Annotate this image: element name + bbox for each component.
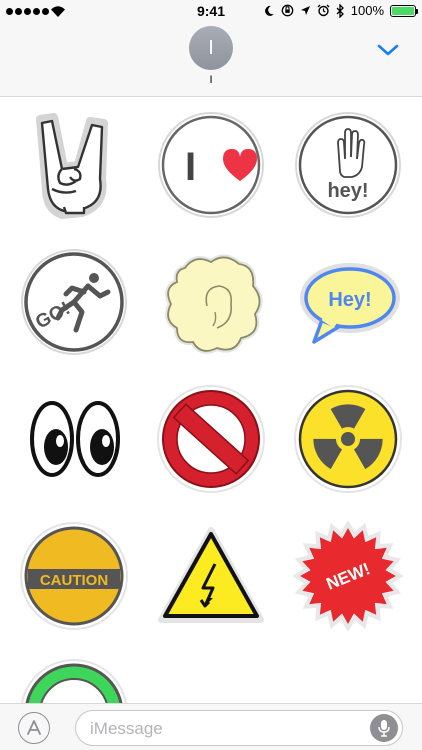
avatar[interactable]: I: [189, 26, 233, 70]
sticker-i-love[interactable]: I: [155, 109, 267, 221]
sticker-hey-bubble-text: Hey!: [328, 289, 371, 311]
rotation-lock-icon: [281, 4, 294, 17]
sticker-hey-speech-bubble[interactable]: Hey!: [292, 246, 404, 358]
sticker-green-ring[interactable]: [18, 657, 130, 703]
sticker-rock-on-hand[interactable]: [18, 109, 130, 221]
battery-icon: [390, 4, 418, 17]
sticker-popcorn[interactable]: [155, 246, 267, 358]
alarm-icon: [317, 4, 330, 17]
contact-name[interactable]: I: [0, 74, 422, 86]
battery-percent: 100%: [350, 3, 384, 18]
imessage-field[interactable]: [75, 710, 403, 746]
sticker-hey-text: hey!: [327, 180, 368, 202]
imessage-input[interactable]: [90, 718, 360, 740]
microphone-button[interactable]: [370, 714, 398, 742]
sticker-grid: I hey! GO! Hey! CAUTION NEW!: [0, 97, 422, 703]
location-icon: [300, 6, 310, 15]
microphone-icon: [378, 720, 390, 737]
chevron-down-icon[interactable]: [376, 42, 400, 58]
sticker-cartoon-eyes[interactable]: [18, 383, 130, 495]
sticker-go-runner[interactable]: GO!: [18, 246, 130, 358]
sticker-i-letter: I: [185, 145, 196, 189]
moon-icon: [264, 5, 274, 16]
sticker-caution-text: CAUTION: [40, 572, 108, 589]
sticker-new-burst[interactable]: NEW!: [292, 520, 404, 632]
compose-bar: [0, 703, 422, 750]
bluetooth-icon: [336, 3, 344, 18]
sticker-caution-sign[interactable]: CAUTION: [18, 520, 130, 632]
sticker-hey-hand[interactable]: hey!: [292, 109, 404, 221]
sticker-radiation-sign[interactable]: [292, 383, 404, 495]
conversation-header: I I: [0, 24, 422, 97]
app-store-button[interactable]: [18, 712, 50, 744]
status-bar: 9:41 100%: [0, 0, 422, 24]
sticker-high-voltage-sign[interactable]: [155, 520, 267, 632]
sticker-no-sign[interactable]: [155, 383, 267, 495]
app-store-icon: [27, 720, 41, 735]
